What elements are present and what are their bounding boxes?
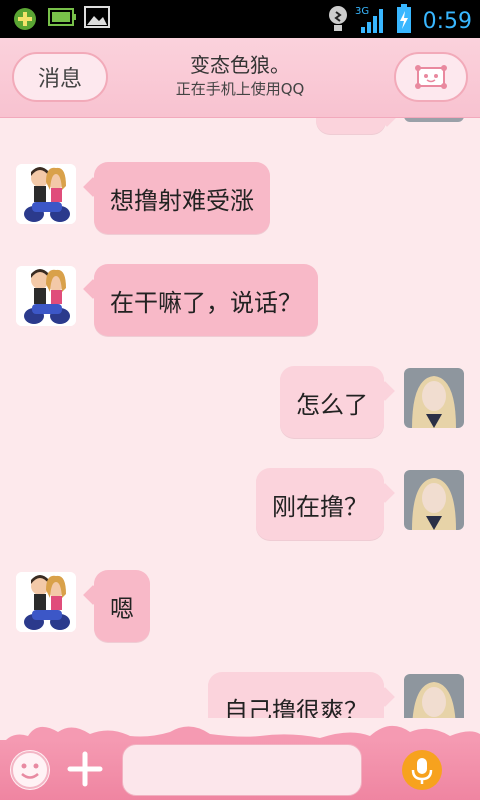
more-options-button[interactable] xyxy=(66,750,104,788)
back-to-messages-button[interactable]: 消息 xyxy=(12,52,108,102)
notification-icons xyxy=(12,6,110,30)
avatar-contact[interactable] xyxy=(16,572,76,632)
avatar-contact[interactable] xyxy=(16,164,76,224)
message-bubble[interactable]: 想撸射难受涨 xyxy=(94,162,270,234)
avatar-self[interactable] xyxy=(404,674,464,718)
contact-name: 变态色狼。 xyxy=(190,53,290,77)
avatar-contact[interactable] xyxy=(16,266,76,326)
svg-text:3G: 3G xyxy=(355,6,369,17)
profile-card-icon xyxy=(415,65,447,89)
chat-header: 消息 变态色狼。 正在手机上使用QQ xyxy=(0,38,480,118)
emoji-button[interactable] xyxy=(10,750,50,790)
voice-input-button[interactable] xyxy=(402,750,442,790)
signal-3g-icon: 3G xyxy=(355,3,389,39)
avatar-self[interactable] xyxy=(404,470,464,530)
microphone-icon xyxy=(411,758,433,784)
input-toolbar xyxy=(0,740,480,800)
message-bubble[interactable]: 自己撸很爽？ xyxy=(208,672,384,718)
chat-screen: 3G 0:59 消息 变态色狼。 正在手机上使用QQ 想撸射难受涨 在干嘛了，说… xyxy=(0,0,480,800)
message-bubble-partial xyxy=(316,118,386,134)
message-bubble[interactable]: 刚在撸？ xyxy=(256,468,384,540)
system-icons: 3G 0:59 xyxy=(327,3,472,39)
app-notification-icon xyxy=(12,6,38,30)
message-bubble[interactable]: 在干嘛了，说话？ xyxy=(94,264,318,336)
status-bar: 3G 0:59 xyxy=(0,0,480,38)
battery-saver-icon xyxy=(48,6,76,30)
plus-icon xyxy=(67,751,103,787)
message-list[interactable]: 想撸射难受涨 在干嘛了，说话？ 怎么了 刚在撸？ 嗯 自己撸很爽？ xyxy=(0,118,480,718)
message-bubble[interactable]: 怎么了 xyxy=(280,366,384,438)
message-bubble[interactable]: 嗯 xyxy=(94,570,150,642)
avatar-self[interactable] xyxy=(404,368,464,428)
lightbulb-icon xyxy=(327,4,349,38)
contact-info: 变态色狼。 正在手机上使用QQ xyxy=(120,52,360,100)
image-icon xyxy=(84,6,110,30)
contact-profile-button[interactable] xyxy=(394,52,468,102)
avatar-self[interactable] xyxy=(404,118,464,122)
clock-time: 0:59 xyxy=(422,8,472,34)
battery-charging-icon xyxy=(395,4,413,38)
contact-status: 正在手机上使用QQ xyxy=(175,80,305,98)
smiley-icon xyxy=(11,751,49,789)
input-bar xyxy=(0,718,480,800)
message-input[interactable] xyxy=(122,744,362,796)
